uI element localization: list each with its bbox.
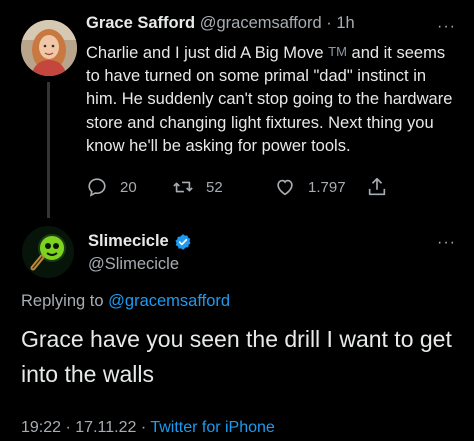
- tweet-time[interactable]: 1h: [336, 14, 354, 32]
- replying-to-handle-link[interactable]: @gracemsafford: [108, 292, 230, 310]
- more-icon[interactable]: ···: [437, 18, 456, 36]
- avatar-photo: [21, 20, 77, 76]
- reply-author-handle[interactable]: @Slimecicle: [88, 255, 179, 274]
- reply-author-name[interactable]: Slimecicle: [88, 232, 169, 251]
- client-link[interactable]: Twitter for iPhone: [150, 419, 275, 436]
- footer-separator: ·: [65, 419, 71, 436]
- parent-tweet[interactable]: Grace Safford @gracemsafford · 1h ··· Ch…: [0, 0, 474, 222]
- author-handle[interactable]: @gracemsafford: [200, 14, 322, 32]
- tweet-actions: 20 52 1.797: [86, 174, 396, 200]
- reply-icon: [88, 178, 106, 197]
- share-button[interactable]: [366, 174, 400, 200]
- retweet-button[interactable]: 52: [172, 174, 223, 200]
- like-count: 1.797: [308, 178, 346, 196]
- like-button[interactable]: 1.797: [274, 174, 346, 200]
- reply-author-avatar[interactable]: [22, 226, 74, 278]
- author-avatar[interactable]: [21, 20, 77, 76]
- author-name[interactable]: Grace Safford: [86, 14, 195, 32]
- trademark-mark: TM: [328, 44, 347, 59]
- reply-count: 20: [120, 178, 137, 196]
- share-icon: [368, 177, 386, 196]
- meta-separator: ·: [326, 14, 332, 32]
- tweet-text: Charlie and I just did A Big Move TM and…: [86, 40, 458, 158]
- tweet-timestamp-footer: 19:22 · 17.11.22 · Twitter for iPhone: [21, 419, 275, 437]
- retweet-count: 52: [206, 178, 223, 196]
- tweet-time[interactable]: 19:22: [21, 419, 61, 436]
- thread-connector-line: [47, 82, 50, 218]
- reply-author-name-row[interactable]: Slimecicle: [88, 232, 192, 251]
- tweet-header: Grace Safford @gracemsafford · 1h: [86, 14, 458, 38]
- footer-separator: ·: [140, 419, 147, 436]
- replying-to-line: Replying to @gracemsafford: [21, 292, 230, 311]
- replying-to-label: Replying to: [21, 292, 104, 310]
- more-icon[interactable]: ···: [437, 234, 456, 252]
- tweet-date[interactable]: 17.11.22: [75, 419, 136, 436]
- verified-icon: [175, 233, 191, 250]
- tweet-text-part1: Charlie and I just did A Big Move: [86, 44, 324, 62]
- reply-button[interactable]: 20: [86, 174, 137, 200]
- like-icon: [277, 179, 293, 196]
- slime-avatar-image: [22, 226, 74, 278]
- reply-text: Grace have you seen the drill I want to …: [21, 326, 452, 387]
- retweet-icon: [173, 181, 193, 193]
